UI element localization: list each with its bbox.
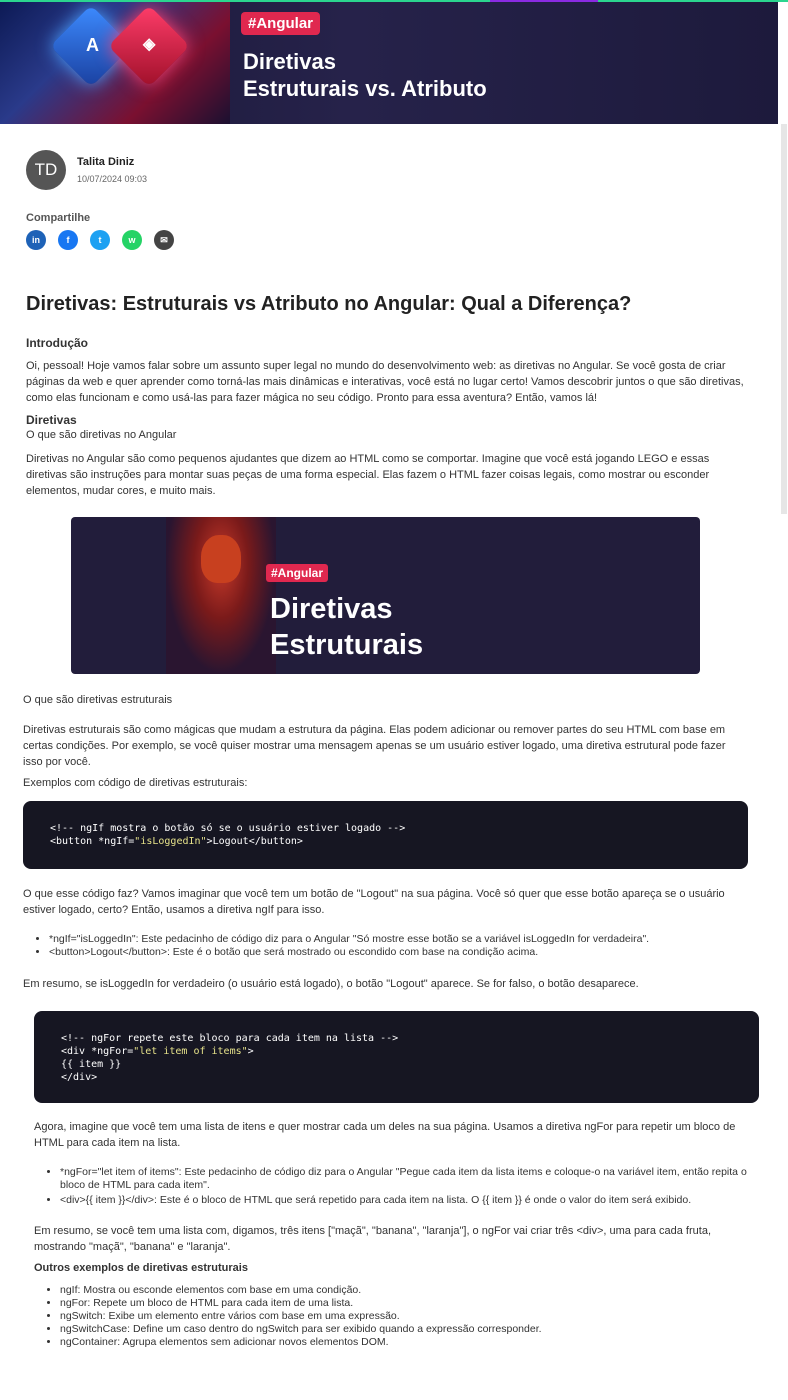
directives-paragraph: Diretivas no Angular são como pequenos a… [26, 453, 710, 497]
list-item: *ngFor="let item of items": Este pedacin… [60, 1166, 760, 1192]
list-item: ngIf: Mostra ou esconde elementos com ba… [60, 1284, 760, 1297]
facebook-share-button[interactable]: f [58, 230, 78, 250]
hero-title-line2: Estruturais vs. Atributo [243, 76, 487, 101]
structural-subheading: O que são diretivas estruturais [23, 694, 173, 706]
share-label: Compartilhe [26, 212, 91, 224]
image-title-line2: Estruturais [270, 629, 424, 661]
intro-heading: Introdução [26, 336, 88, 350]
hero-banner: A ◈ #Angular Diretivas Estruturais vs. A… [0, 2, 778, 124]
image-tag: #Angular [266, 564, 329, 582]
hero-title: Diretivas Estruturais vs. Atributo [243, 48, 487, 102]
linkedin-icon: in [32, 235, 40, 245]
scrollbar[interactable] [781, 124, 787, 514]
avatar: TD [26, 150, 66, 190]
facebook-icon: f [66, 235, 70, 245]
email-icon: ✉ [160, 234, 168, 245]
hero-title-line1: Diretivas [243, 49, 336, 74]
linkedin-share-button[interactable]: in [26, 230, 46, 250]
explain-ngif: O que esse código faz? Vamos imaginar qu… [23, 888, 725, 916]
list-item: ngContainer: Agrupa elementos sem adicio… [60, 1336, 760, 1349]
whatsapp-icon: w [128, 235, 136, 245]
code-line: <button *ngIf="isLoggedIn">Logout</butto… [50, 836, 303, 847]
share-buttons: in f t w ✉ [26, 230, 174, 250]
diamond-glyph-icon: ◈ [143, 36, 156, 53]
hero-illustration: A ◈ [0, 2, 230, 124]
twitter-share-button[interactable]: t [90, 230, 110, 250]
directives-subheading: O que são diretivas no Angular [26, 429, 177, 441]
list-item: <div>{{ item }}</div>: Este é o bloco de… [60, 1194, 760, 1207]
code-block-ngif[interactable]: <!-- ngIf mostra o botão só se o usuário… [23, 801, 748, 869]
article-content: Diretivas: Estruturais vs Atributo no An… [26, 290, 746, 318]
article-image: #Angular Diretivas Estruturais [71, 517, 700, 674]
code-block-ngfor[interactable]: <!-- ngFor repete este bloco para cada i… [34, 1011, 759, 1103]
image-title-line1: Diretivas [270, 593, 393, 625]
publish-date: 10/07/2024 09:03 [77, 174, 148, 184]
list-item: ngSwitch: Exibe um elemento entre vários… [60, 1310, 760, 1323]
whatsapp-share-button[interactable]: w [122, 230, 142, 250]
code-line: <!-- ngFor repete este bloco para cada i… [61, 1033, 399, 1044]
article-title: Diretivas: Estruturais vs Atributo no An… [26, 293, 632, 315]
list-item: ngFor: Repete um bloco de HTML para cada… [60, 1297, 760, 1310]
directives-heading: Diretivas [26, 413, 77, 427]
character-head [201, 535, 241, 583]
code-line: {{ item }} [61, 1059, 122, 1070]
summary-ngif: Em resumo, se isLoggedIn for verdadeiro … [23, 978, 639, 990]
explain-ngfor: Agora, imagine que você tem uma lista de… [34, 1121, 736, 1149]
code-line: <div *ngFor="let item of items"> [61, 1046, 254, 1057]
list-item: ngSwitchCase: Define um caso dentro do n… [60, 1323, 760, 1336]
examples-label: Exemplos com código de diretivas estrutu… [23, 777, 248, 789]
list-item: <button>Logout</button>: Este é o botão … [49, 946, 749, 959]
email-share-button[interactable]: ✉ [154, 230, 174, 250]
code-line: <!-- ngIf mostra o botão só se o usuário… [50, 823, 406, 834]
structural-paragraph: Diretivas estruturais são como mágicas q… [23, 724, 726, 768]
twitter-icon: t [98, 235, 102, 245]
others-list: ngIf: Mostra ou esconde elementos com ba… [38, 1284, 760, 1349]
others-heading: Outros exemplos de diretivas estruturais [34, 1262, 248, 1274]
chip-letter: A [86, 35, 99, 55]
summary-ngfor: Em resumo, se você tem uma lista com, di… [34, 1225, 711, 1253]
bullets-ngfor: *ngFor="let item of items": Este pedacin… [38, 1166, 760, 1207]
intro-paragraph: Oi, pessoal! Hoje vamos falar sobre um a… [26, 360, 744, 404]
hero-tag: #Angular [241, 12, 321, 35]
author-name[interactable]: Talita Diniz [77, 156, 134, 168]
list-item: *ngIf="isLoggedIn": Este pedacinho de có… [49, 933, 749, 946]
bullets-ngif: *ngIf="isLoggedIn": Este pedacinho de có… [27, 933, 749, 959]
image-title: Diretivas Estruturais [270, 591, 423, 663]
code-line: </div> [61, 1072, 98, 1083]
